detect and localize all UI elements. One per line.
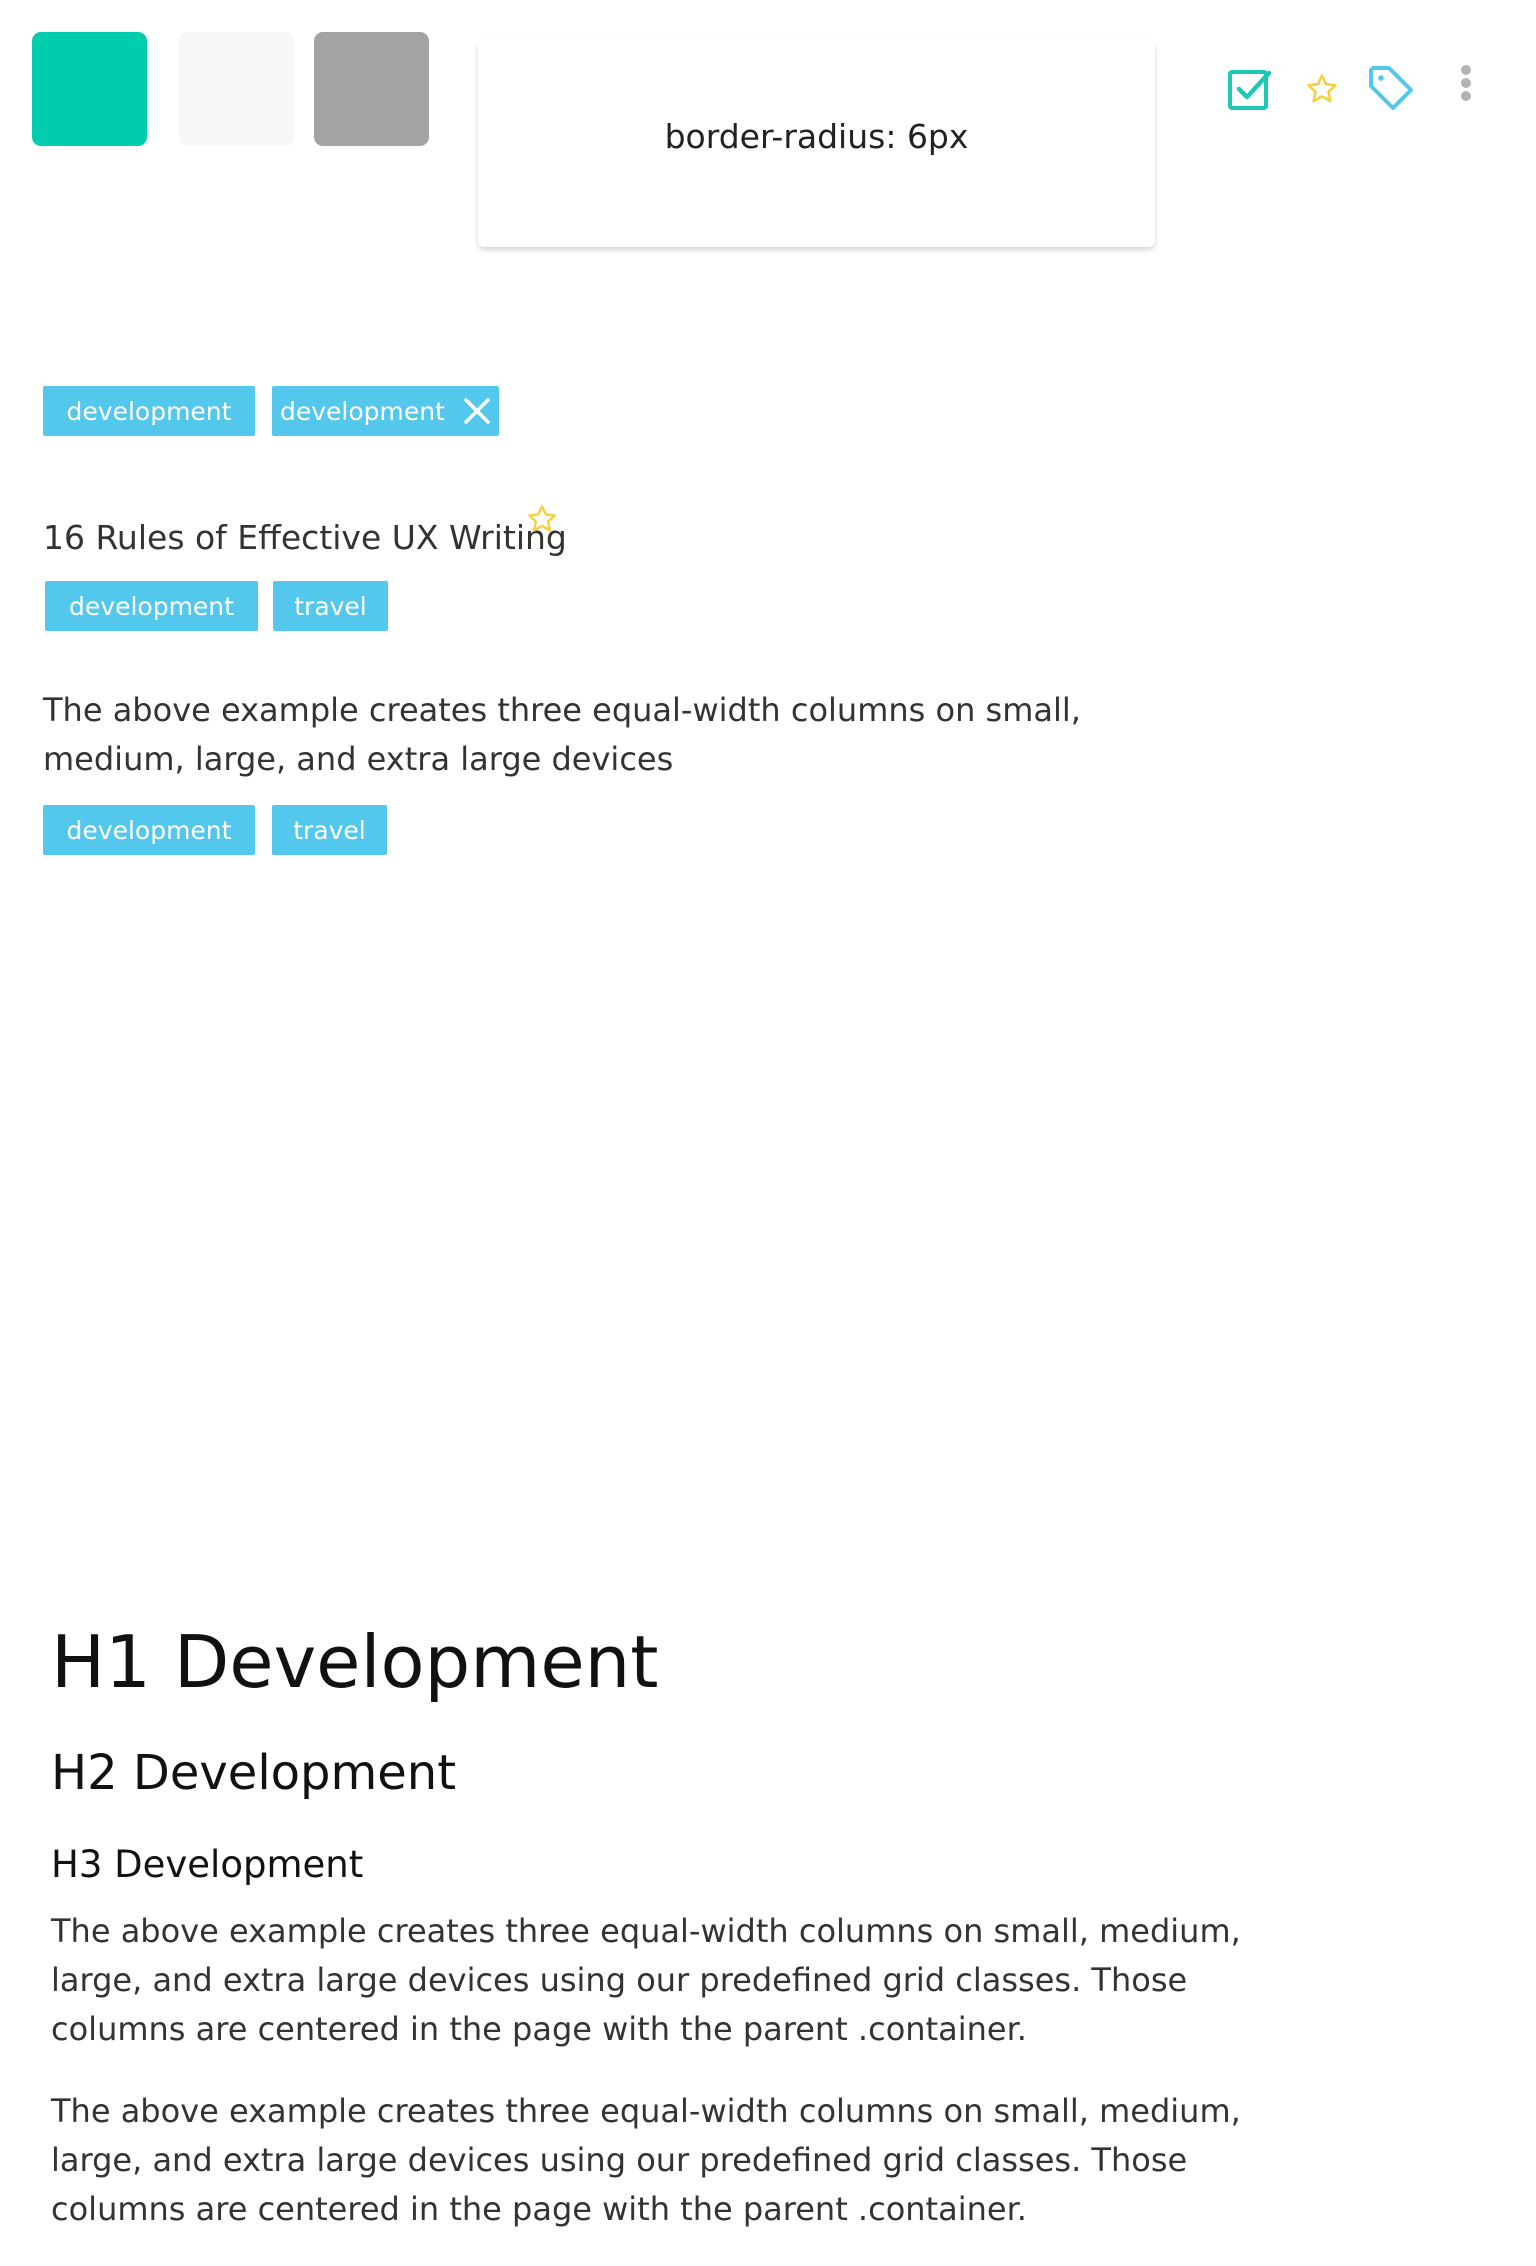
paragraph-text: The above example creates three equal-wi… [51,2092,1241,2228]
tag-label: travel [293,815,366,845]
tag-travel[interactable]: travel [272,805,387,855]
tag-label: development [69,591,234,621]
color-swatch-light [179,32,294,146]
color-swatch-gray [314,32,429,146]
tag-travel[interactable]: travel [273,581,388,631]
tag-label: development [66,396,232,426]
tag-label: development [66,815,232,845]
tag-label: development [280,396,445,426]
tag-icon[interactable] [1367,64,1415,112]
more-vertical-icon[interactable] [1458,64,1474,104]
border-radius-card: border-radius: 6px [478,40,1155,247]
heading-h2: H2 Development [51,1745,457,1801]
heading-h3: H3 Development [51,1843,364,1886]
paragraph-text: The above example creates three equal-wi… [51,1912,1241,2048]
article-description: The above example creates three equal-wi… [43,691,1081,778]
article-title[interactable]: 16 Rules of Effective UX Writing [43,518,567,557]
close-icon[interactable] [463,397,491,425]
tag-development[interactable]: development [43,805,255,855]
check-square-icon[interactable] [1226,66,1274,114]
tag-development[interactable]: development [45,581,258,631]
heading-h1: H1 Development [51,1620,659,1704]
tag-label: travel [294,591,367,621]
tag-development-removable[interactable]: development [272,386,499,436]
star-icon[interactable] [526,503,558,535]
color-swatch-primary [32,32,147,146]
border-radius-label: border-radius: 6px [664,117,969,156]
tag-development[interactable]: development [43,386,255,436]
star-icon[interactable] [1305,72,1339,106]
